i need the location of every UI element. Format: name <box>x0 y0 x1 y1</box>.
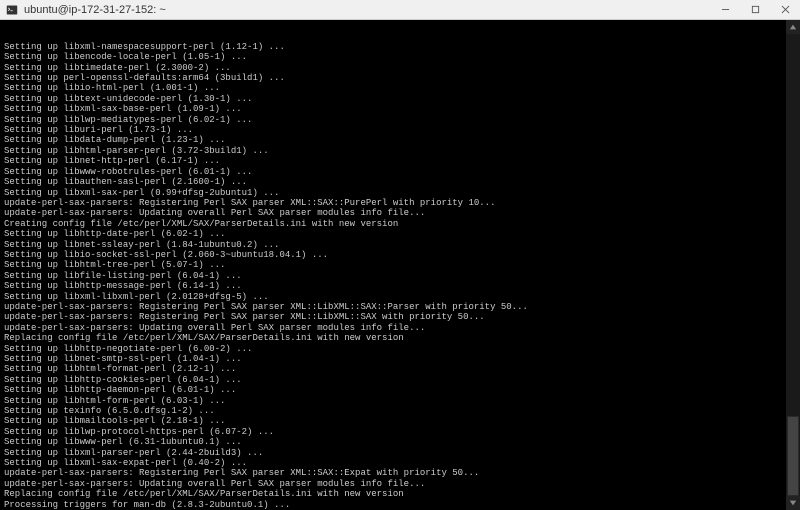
terminal-line: Setting up libhttp-negotiate-perl (6.00-… <box>4 344 796 354</box>
terminal-line: update-perl-sax-parsers: Registering Per… <box>4 198 796 208</box>
scroll-thumb[interactable] <box>787 416 799 496</box>
terminal-line: Setting up libxml-libxml-perl (2.0128+df… <box>4 292 796 302</box>
terminal-line: Setting up libxml-sax-base-perl (1.09-1)… <box>4 104 796 114</box>
terminal-line: Setting up texinfo (6.5.0.dfsg.1-2) ... <box>4 406 796 416</box>
terminal-line: Setting up libxml-namespacesupport-perl … <box>4 42 796 52</box>
terminal-line: Setting up libtext-unidecode-perl (1.30-… <box>4 94 796 104</box>
close-button[interactable] <box>770 0 800 19</box>
minimize-button[interactable] <box>710 0 740 19</box>
terminal-line: Replacing config file /etc/perl/XML/SAX/… <box>4 333 796 343</box>
terminal-line: update-perl-sax-parsers: Registering Per… <box>4 302 796 312</box>
terminal-line: Setting up libnet-ssleay-perl (1.84-1ubu… <box>4 240 796 250</box>
scroll-up-button[interactable] <box>786 20 800 34</box>
window-controls <box>710 0 800 19</box>
terminal-line: Setting up libnet-smtp-ssl-perl (1.04-1)… <box>4 354 796 364</box>
terminal-line: Setting up libxml-sax-expat-perl (0.40-2… <box>4 458 796 468</box>
terminal-line: Setting up liburi-perl (1.73-1) ... <box>4 125 796 135</box>
terminal-line: Setting up libhttp-message-perl (6.14-1)… <box>4 281 796 291</box>
terminal-line: Setting up libwww-perl (6.31-1ubuntu0.1)… <box>4 437 796 447</box>
terminal-line: Setting up libxml-sax-perl (0.99+dfsg-2u… <box>4 188 796 198</box>
terminal-line: update-perl-sax-parsers: Registering Per… <box>4 312 796 322</box>
terminal-line: Setting up libmailtools-perl (2.18-1) ..… <box>4 416 796 426</box>
window-title: ubuntu@ip-172-31-27-152: ~ <box>24 4 166 16</box>
terminal-line: Setting up libnet-http-perl (6.17-1) ... <box>4 156 796 166</box>
terminal-line: Setting up libhttp-daemon-perl (6.01-1) … <box>4 385 796 395</box>
titlebar-left: ubuntu@ip-172-31-27-152: ~ <box>0 4 166 16</box>
terminal-output: Setting up libxml-namespacesupport-perl … <box>4 42 796 510</box>
terminal-line: Processing triggers for man-db (2.8.3-2u… <box>4 500 796 510</box>
terminal-line: Setting up libfile-listing-perl (6.04-1)… <box>4 271 796 281</box>
vertical-scrollbar[interactable] <box>786 20 800 510</box>
terminal-line: Setting up liblwp-protocol-https-perl (6… <box>4 427 796 437</box>
terminal-line: Replacing config file /etc/perl/XML/SAX/… <box>4 489 796 499</box>
terminal-line: Setting up libhtml-form-perl (6.03-1) ..… <box>4 396 796 406</box>
terminal-line: update-perl-sax-parsers: Updating overal… <box>4 323 796 333</box>
terminal-viewport[interactable]: Setting up libxml-namespacesupport-perl … <box>0 20 800 510</box>
terminal-line: Setting up libwww-robotrules-perl (6.01-… <box>4 167 796 177</box>
terminal-line: Creating config file /etc/perl/XML/SAX/P… <box>4 219 796 229</box>
window-titlebar: ubuntu@ip-172-31-27-152: ~ <box>0 0 800 20</box>
terminal-line: Setting up libio-socket-ssl-perl (2.060-… <box>4 250 796 260</box>
terminal-icon <box>6 4 18 16</box>
terminal-line: update-perl-sax-parsers: Registering Per… <box>4 468 796 478</box>
terminal-line: Setting up libauthen-sasl-perl (2.1600-1… <box>4 177 796 187</box>
terminal-line: Setting up libio-html-perl (1.001-1) ... <box>4 83 796 93</box>
terminal-line: Setting up liblwp-mediatypes-perl (6.02-… <box>4 115 796 125</box>
terminal-line: Setting up libhtml-parser-perl (3.72-3bu… <box>4 146 796 156</box>
terminal-line: update-perl-sax-parsers: Updating overal… <box>4 208 796 218</box>
terminal-line: update-perl-sax-parsers: Updating overal… <box>4 479 796 489</box>
terminal-line: Setting up libtimedate-perl (2.3000-2) .… <box>4 63 796 73</box>
terminal-line: Setting up libxml-parser-perl (2.44-2bui… <box>4 448 796 458</box>
terminal-line: Setting up libhtml-tree-perl (5.07-1) ..… <box>4 260 796 270</box>
terminal-line: Setting up perl-openssl-defaults:arm64 (… <box>4 73 796 83</box>
terminal-line: Setting up libhtml-format-perl (2.12-1) … <box>4 364 796 374</box>
terminal-line: Setting up libhttp-date-perl (6.02-1) ..… <box>4 229 796 239</box>
terminal-line: Setting up libencode-locale-perl (1.05-1… <box>4 52 796 62</box>
maximize-button[interactable] <box>740 0 770 19</box>
scroll-down-button[interactable] <box>786 496 800 510</box>
terminal-line: Setting up libdata-dump-perl (1.23-1) ..… <box>4 135 796 145</box>
terminal-line: Setting up libhttp-cookies-perl (6.04-1)… <box>4 375 796 385</box>
